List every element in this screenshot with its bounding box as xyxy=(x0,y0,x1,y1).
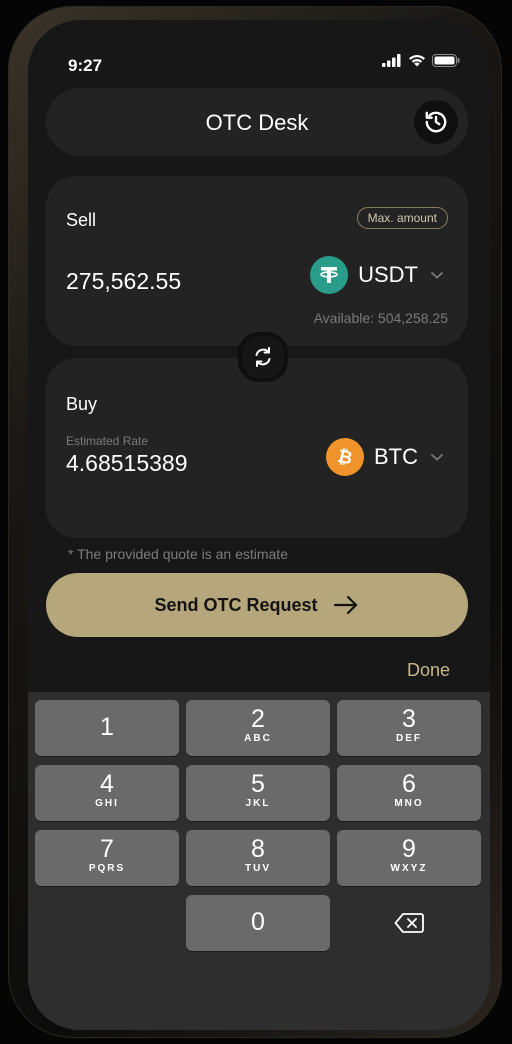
max-amount-button[interactable]: Max. amount xyxy=(356,207,448,229)
send-otc-request-button[interactable]: Send OTC Request xyxy=(46,573,468,637)
buy-currency-code: BTC xyxy=(374,444,418,469)
buy-currency-selector[interactable]: ₿ BTC xyxy=(326,438,444,476)
page-title: OTC Desk xyxy=(205,110,309,135)
swap-icon xyxy=(255,347,271,367)
status-time: 9:27 xyxy=(68,56,103,75)
key-7[interactable]: 7 PQRS xyxy=(35,830,179,886)
backspace-icon xyxy=(394,913,424,933)
sell-card: Sell Max. amount 275,562.55 USDT Availab… xyxy=(46,176,468,346)
btc-coin-icon: ₿ xyxy=(326,438,364,476)
header-bar: OTC Desk xyxy=(46,88,468,156)
buy-amount: 4.68515389 xyxy=(66,450,188,476)
wifi-icon xyxy=(409,54,425,67)
key-8[interactable]: 8 TUV xyxy=(186,830,330,886)
history-icon xyxy=(425,111,447,133)
sell-amount-input[interactable]: 275,562.55 xyxy=(66,268,181,295)
usdt-coin-icon xyxy=(310,256,349,294)
sell-currency-selector[interactable]: USDT xyxy=(310,256,444,294)
key-1[interactable]: 1 xyxy=(35,700,179,756)
key-4[interactable]: 4 GHI xyxy=(35,765,179,821)
sell-label: Sell xyxy=(66,210,97,230)
key-5[interactable]: 5 JKL xyxy=(186,765,330,821)
key-2[interactable]: 2 ABC xyxy=(186,700,330,756)
available-balance: Available: 504,258.25 xyxy=(313,310,448,326)
battery-icon xyxy=(432,54,460,67)
status-icons xyxy=(382,54,460,67)
buy-card: Buy Estimated Rate 4.68515389 ₿ BTC xyxy=(46,358,468,538)
done-button[interactable]: Done xyxy=(407,660,450,681)
key-3[interactable]: 3 DEF xyxy=(337,700,481,756)
send-button-label: Send OTC Request xyxy=(154,594,318,615)
key-6[interactable]: 6 MNO xyxy=(337,765,481,821)
estimated-rate-label: Estimated Rate xyxy=(66,434,149,448)
estimate-note: * The provided quote is an estimate xyxy=(68,546,288,562)
key-9[interactable]: 9 WXYZ xyxy=(337,830,481,886)
key-0[interactable]: 0 xyxy=(186,895,330,951)
chevron-down-icon xyxy=(431,454,443,461)
numeric-keypad: 1 2 ABC 3 DEF 4 GHI 5 JKL 6 MNO 7 PQRS 8… xyxy=(28,692,490,1030)
backspace-key[interactable] xyxy=(337,895,481,951)
signal-icon xyxy=(382,54,401,67)
phone-frame: 9:27 OTC Desk Sell Max. amount 275,562.5… xyxy=(8,6,502,1038)
swap-button[interactable] xyxy=(238,332,288,382)
sell-currency-code: USDT xyxy=(358,262,418,287)
screen: 9:27 OTC Desk Sell Max. amount 275,562.5… xyxy=(28,20,490,1030)
svg-text:₿: ₿ xyxy=(336,446,355,468)
chevron-down-icon xyxy=(431,272,443,279)
arrow-right-icon xyxy=(333,595,357,615)
history-button[interactable] xyxy=(414,100,458,144)
buy-label: Buy xyxy=(66,394,98,414)
